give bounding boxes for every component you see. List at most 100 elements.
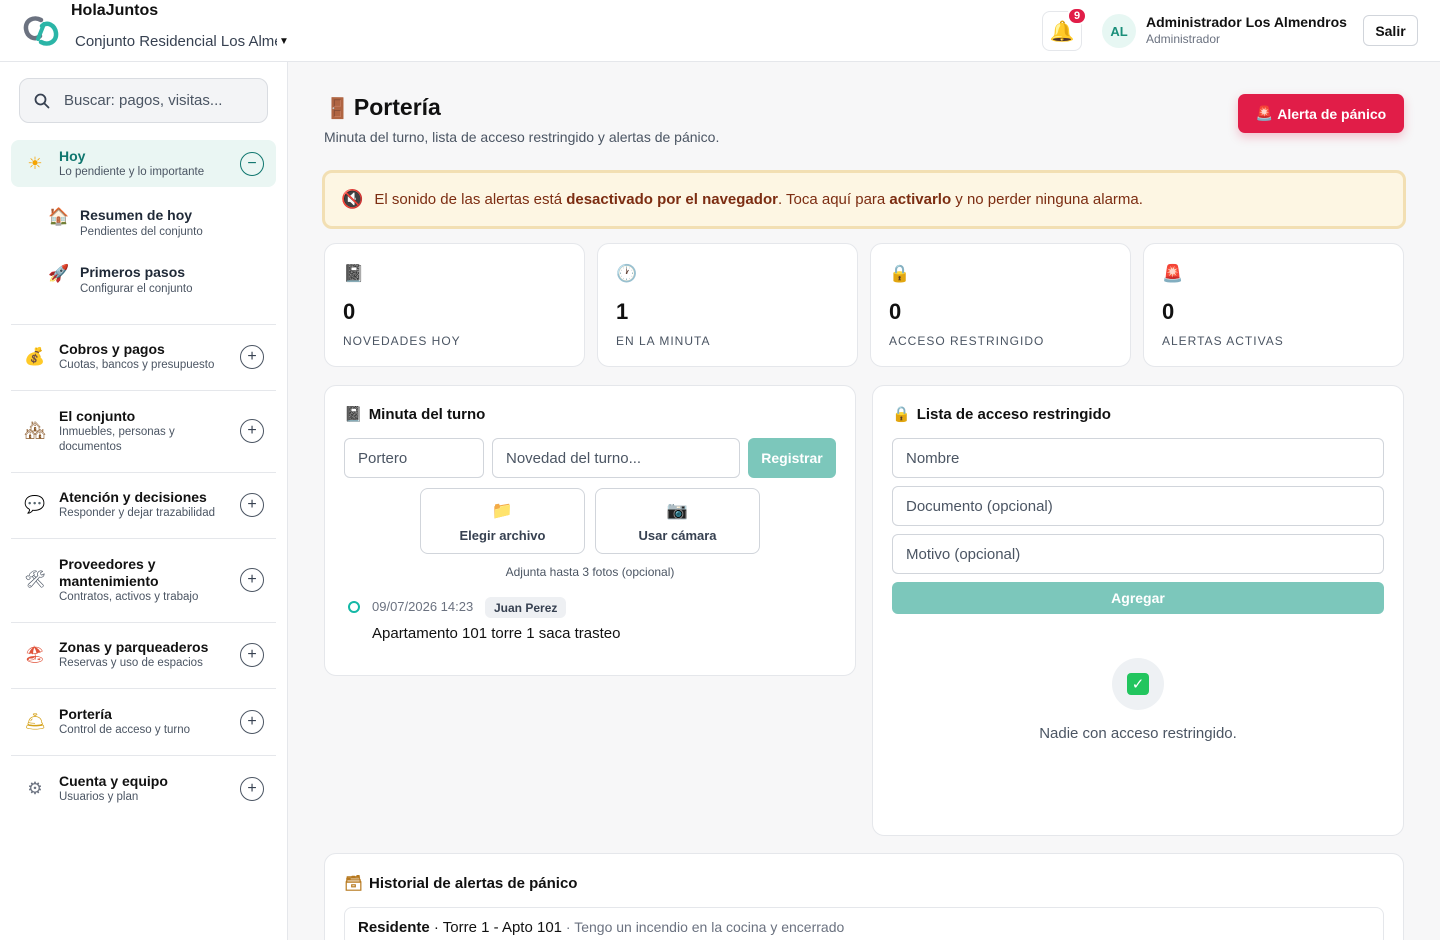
folder-icon: 📁 bbox=[491, 501, 514, 521]
speech-bubble-icon: 💬 bbox=[24, 495, 46, 515]
gear-icon: ⚙ bbox=[27, 778, 43, 799]
history-location: · Torre 1 - Apto 101 bbox=[429, 919, 563, 936]
sidebar-group-atencion-y-decisiones[interactable]: 💬 Atención y decisiones Responder y deja… bbox=[11, 481, 276, 529]
sidebar-group-el-conjunto[interactable]: 🏘 El conjunto Inmuebles, personas y docu… bbox=[11, 399, 276, 463]
panic-alert-label: Alerta de pánico bbox=[1277, 105, 1387, 122]
expand-icon[interactable]: + bbox=[240, 643, 264, 667]
beach-icon: 🏖 bbox=[24, 645, 46, 665]
sidebar-item-label: Primeros pasos bbox=[80, 264, 186, 280]
sidebar-group-title: Zonas y parqueaderos bbox=[59, 639, 209, 655]
siren-icon: 🚨 bbox=[1255, 105, 1274, 122]
sidebar-group-subtitle: Reservas y uso de espacios bbox=[59, 657, 203, 669]
rocket-icon: 🚀 bbox=[48, 264, 70, 284]
sidebar-group-porteria[interactable]: 🛎 Portería Control de acceso y turno + bbox=[11, 697, 276, 746]
expand-icon[interactable]: + bbox=[240, 493, 264, 517]
archive-box-icon: 🗃 bbox=[344, 874, 364, 892]
clock-icon: 🕐 bbox=[616, 264, 638, 284]
sidebar-group-cuenta-y-equipo[interactable]: ⚙ Cuenta y equipo Usuarios y plan + bbox=[11, 764, 276, 813]
sidebar-divider bbox=[11, 390, 276, 391]
stat-card-novedades-hoy: 📓 0 NOVEDADES HOY bbox=[324, 243, 585, 367]
restricted-title-text: Lista de acceso restringido bbox=[916, 405, 1111, 423]
conjunto-selector[interactable]: Conjunto Residencial Los Almendros ▼ bbox=[75, 31, 290, 51]
sidebar-group-subtitle: Contratos, activos y trabajo bbox=[59, 590, 199, 603]
sidebar-item-primeros-pasos[interactable]: 🚀 Primeros pasos Configurar el conjunto bbox=[48, 263, 276, 297]
choose-file-label: Elegir archivo bbox=[459, 528, 546, 543]
sidebar-group-title: Portería bbox=[59, 705, 112, 722]
house-icon: 🏠 bbox=[48, 207, 70, 227]
stat-value: 0 bbox=[343, 299, 356, 324]
panic-alert-button[interactable]: 🚨 Alerta de pánico bbox=[1238, 94, 1404, 133]
name-input[interactable] bbox=[892, 438, 1384, 478]
novedad-input[interactable] bbox=[492, 438, 740, 478]
sidebar-group-subtitle: Inmuebles, personas y bbox=[59, 425, 175, 438]
expand-icon[interactable]: + bbox=[240, 709, 264, 734]
lock-icon: 🔒 bbox=[892, 405, 911, 423]
stat-card-alertas-activas: 🚨 0 ALERTAS ACTIVAS bbox=[1143, 243, 1404, 367]
expand-icon[interactable]: + bbox=[240, 345, 264, 369]
expand-icon[interactable]: + bbox=[240, 776, 264, 801]
sidebar-item-sublabel: Pendientes del conjunto bbox=[80, 226, 203, 238]
register-button[interactable]: Registrar bbox=[748, 438, 836, 478]
page-title: 🚪 Portería bbox=[325, 94, 441, 121]
search-box[interactable] bbox=[19, 78, 268, 123]
expand-icon[interactable]: + bbox=[240, 419, 264, 443]
sidebar-group-subtitle: Responder y dejar trazabilidad bbox=[59, 507, 215, 519]
banner-text-part: El sonido de las alertas está bbox=[374, 191, 567, 208]
sidebar-group-subtitle: Usuarios y plan bbox=[59, 790, 139, 803]
sidebar-divider bbox=[11, 755, 276, 756]
sidebar-group-title: mantenimiento bbox=[59, 572, 159, 589]
sidebar-group-title: Proveedores y bbox=[59, 555, 156, 572]
sidebar-group-subtitle: Lo pendiente y lo importante bbox=[59, 165, 205, 178]
search-input[interactable] bbox=[64, 92, 254, 109]
entry-datetime: 09/07/2026 14:23 bbox=[372, 599, 474, 614]
sidebar-group-subtitle: documentos bbox=[59, 440, 122, 453]
choose-file-button[interactable]: 📁 Elegir archivo bbox=[420, 488, 585, 554]
attachment-hint: Adjunta hasta 3 fotos (opcional) bbox=[505, 565, 675, 579]
tools-icon: 🛠 bbox=[24, 570, 46, 590]
sound-disabled-banner[interactable]: 🔇 El sonido de las alertas está desactiv… bbox=[322, 170, 1406, 229]
reason-input[interactable] bbox=[892, 534, 1384, 574]
banner-text-bold: desactivado por el navegador bbox=[566, 191, 778, 208]
sidebar-group-title: Cobros y pagos bbox=[59, 341, 165, 357]
user-role: Administrador bbox=[1146, 32, 1221, 46]
banner-text-bold: activarlo bbox=[889, 191, 952, 208]
app-name: HolaJuntos bbox=[71, 2, 159, 19]
stat-card-acceso-restringido: 🔒 0 ACCESO RESTRINGIDO bbox=[870, 243, 1131, 367]
add-restricted-button[interactable]: Agregar bbox=[892, 582, 1384, 614]
search-icon bbox=[34, 93, 50, 108]
expand-icon[interactable]: + bbox=[240, 568, 264, 592]
sidebar-group-cobros-y-pagos[interactable]: 💰 Cobros y pagos Cuotas, bancos y presup… bbox=[11, 333, 276, 381]
top-bar: HolaJuntos Conjunto Residencial Los Alme… bbox=[0, 0, 1440, 62]
muted-speaker-icon: 🔇 bbox=[341, 189, 364, 210]
document-input[interactable] bbox=[892, 486, 1384, 526]
chevron-down-icon: ▼ bbox=[279, 35, 289, 47]
empty-state-badge: ✓ bbox=[1112, 658, 1164, 710]
page-subtitle: Minuta del turno, lista de acceso restri… bbox=[324, 129, 720, 145]
logbook-icon: 📓 bbox=[344, 405, 363, 423]
sidebar-group-subtitle: Cuotas, bancos y presupuesto bbox=[59, 359, 215, 371]
empty-state-text: Nadie con acceso restringido. bbox=[1039, 725, 1237, 742]
collapse-icon[interactable]: − bbox=[240, 151, 264, 176]
page-title-text: Portería bbox=[353, 94, 441, 120]
service-bell-icon: 🛎 bbox=[24, 711, 46, 732]
minuta-title-text: Minuta del turno bbox=[368, 405, 486, 423]
use-camera-button[interactable]: 📷 Usar cámara bbox=[595, 488, 760, 554]
banner-text-part: . Toca aquí para bbox=[777, 191, 890, 208]
portero-input[interactable] bbox=[344, 438, 484, 478]
stat-label: ALERTAS ACTIVAS bbox=[1162, 334, 1284, 348]
sidebar-item-resumen-de-hoy[interactable]: 🏠 Resumen de hoy Pendientes del conjunto bbox=[48, 206, 276, 240]
avatar[interactable]: AL bbox=[1102, 14, 1136, 48]
notifications-count-badge: 9 bbox=[1067, 7, 1087, 25]
sidebar-group-title: Atención y decisiones bbox=[59, 489, 207, 505]
sidebar-group-zonas-y-parqueaderos[interactable]: 🏖 Zonas y parqueaderos Reservas y uso de… bbox=[11, 631, 276, 679]
entry-author-badge: Juan Perez bbox=[485, 597, 567, 618]
panic-history-row[interactable]: Residente · Torre 1 - Apto 101 · Tengo u… bbox=[344, 907, 1384, 940]
sidebar-group-proveedores-y-mantenimiento[interactable]: 🛠 Proveedores y mantenimiento Contratos,… bbox=[11, 547, 276, 613]
logout-button[interactable]: Salir bbox=[1363, 15, 1418, 46]
use-camera-label: Usar cámara bbox=[638, 528, 717, 543]
holajuntos-logo-icon[interactable] bbox=[22, 14, 60, 48]
restricted-title: 🔒 Lista de acceso restringido bbox=[892, 405, 1111, 423]
sidebar-group-hoy[interactable]: ☀ Hoy Lo pendiente y lo importante − bbox=[11, 140, 276, 187]
sidebar-divider bbox=[11, 688, 276, 689]
entry-text: Apartamento 101 torre 1 saca trasteo bbox=[372, 625, 621, 642]
